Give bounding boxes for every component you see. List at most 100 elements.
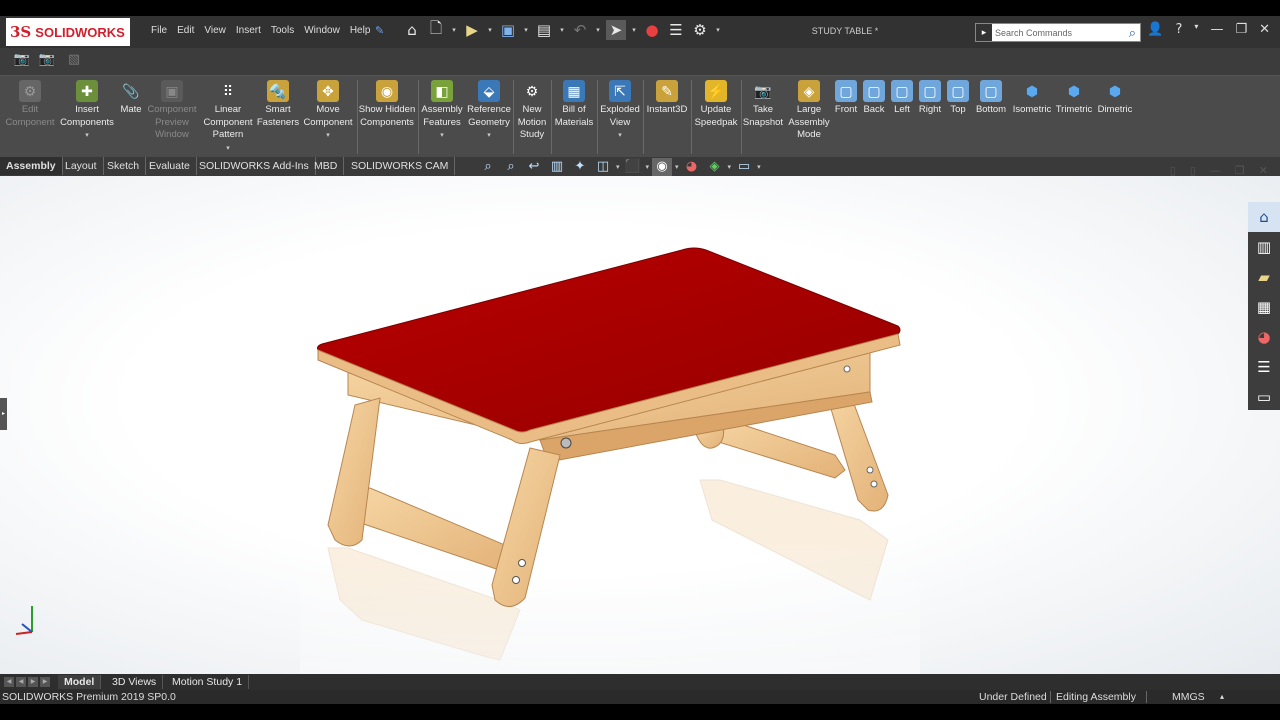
select-icon[interactable]: ➤ — [606, 20, 626, 40]
exploded-view-button[interactable]: ⇱ Exploded View ▾ — [598, 80, 642, 143]
first-tab-icon[interactable]: ◀ — [4, 677, 14, 687]
user-icon[interactable]: 👤 — [1147, 22, 1163, 37]
save-icon[interactable]: ▣ — [498, 20, 518, 40]
units-dropdown[interactable]: ▴ — [1220, 690, 1224, 704]
unit-system[interactable]: MMGS — [1172, 690, 1205, 704]
tab-mbd[interactable]: MBD — [308, 157, 345, 175]
menu-insert[interactable]: Insert — [236, 25, 261, 36]
feature-tree-flyout-handle[interactable]: ▸ — [0, 398, 7, 430]
view-settings-icon[interactable]: ▭ — [734, 158, 754, 176]
previous-view-icon[interactable]: ↩ — [524, 158, 544, 176]
open-icon[interactable]: ▶ — [462, 20, 482, 40]
move-component-button[interactable]: ✥ Move Component ▾ — [302, 80, 354, 143]
next-tab-icon[interactable]: ▶ — [28, 677, 38, 687]
snapshot-icon[interactable]: 📷 — [37, 52, 57, 70]
search-icon[interactable]: ⌕ — [1129, 25, 1136, 41]
viewport-close-icon[interactable]: ✕ — [1259, 164, 1268, 177]
component-preview-button[interactable]: ▣ Component Preview Window — [146, 80, 198, 142]
assembly-features-button[interactable]: ◧ Assembly Features ▾ — [420, 80, 464, 143]
linear-pattern-button[interactable]: ⠿ Linear Component Pattern ▾ — [200, 80, 256, 155]
menu-tools[interactable]: Tools — [271, 25, 294, 36]
viewport-minimize-icon[interactable]: — — [1210, 164, 1221, 177]
tab-evaluate[interactable]: Evaluate — [143, 157, 197, 175]
new-document-icon[interactable]: 🗋 — [426, 19, 446, 40]
tab-sketch[interactable]: Sketch — [101, 157, 147, 175]
exploded-view-dropdown[interactable]: ▾ — [598, 130, 642, 143]
insert-components-dropdown[interactable]: ▾ — [58, 130, 116, 143]
graphics-area[interactable] — [0, 176, 1280, 674]
apply-scene-icon[interactable]: ◈ — [705, 158, 725, 176]
dynamic-annotation-icon[interactable]: ✦ — [570, 158, 590, 176]
prev-tab-icon[interactable]: ◀ — [16, 677, 26, 687]
options-dropdown[interactable]: ▾ — [714, 26, 722, 34]
menu-help[interactable]: Help — [350, 25, 371, 36]
front-view-button[interactable]: ▢ Front — [832, 80, 860, 117]
help-icon[interactable]: ? — [1176, 22, 1183, 37]
search-input[interactable]: Search Commands — [995, 28, 1129, 38]
hide-show-items-icon[interactable]: ◉ — [652, 158, 673, 176]
new-dropdown[interactable]: ▾ — [450, 26, 458, 34]
reference-geometry-dropdown[interactable]: ▾ — [466, 130, 512, 143]
appearances-icon[interactable]: ◕ — [1248, 322, 1280, 352]
search-commands[interactable]: ▸ Search Commands ⌕ — [975, 23, 1141, 42]
edit-component-button[interactable]: ⚙ Edit Component — [2, 80, 58, 129]
view-orientation-icon[interactable]: ◫ — [593, 158, 613, 176]
forum-icon[interactable]: ▭ — [1248, 382, 1280, 412]
tab-motion-study-1[interactable]: Motion Study 1 — [166, 675, 250, 689]
tab-assembly[interactable]: Assembly — [0, 157, 63, 175]
back-view-button[interactable]: ▢ Back — [860, 80, 888, 117]
tile-left-icon[interactable]: ▯ — [1170, 164, 1176, 177]
reference-geometry-button[interactable]: ⬙ Reference Geometry ▾ — [466, 80, 512, 143]
edit-appearance-icon[interactable]: ◕ — [682, 158, 702, 176]
menu-view[interactable]: View — [204, 25, 226, 36]
rebuild-icon[interactable]: ● — [642, 20, 662, 40]
print-icon[interactable]: ▤ — [534, 20, 554, 40]
minimize-icon[interactable]: — — [1210, 22, 1223, 37]
take-snapshot-button[interactable]: 📷 Take Snapshot — [742, 80, 784, 129]
update-speedpak-button[interactable]: ⚡ Update Speedpak — [692, 80, 740, 129]
close-icon[interactable]: ✕ — [1259, 22, 1270, 37]
tab-addins[interactable]: SOLIDWORKS Add-Ins — [193, 157, 316, 175]
study-table-model[interactable] — [0, 176, 1280, 674]
tab-model[interactable]: Model — [58, 675, 102, 689]
design-library-icon[interactable]: ▥ — [1248, 232, 1280, 262]
dimetric-view-button[interactable]: ⬢ Dimetric — [1094, 80, 1136, 117]
show-hidden-components-button[interactable]: ◉ Show Hidden Components — [358, 80, 416, 129]
view-settings-dropdown[interactable]: ▾ — [757, 163, 761, 171]
undo-dropdown[interactable]: ▾ — [594, 26, 602, 34]
solidworks-logo[interactable]: 3S SOLIDWORKS — [6, 18, 130, 46]
bottom-view-button[interactable]: ▢ Bottom — [972, 80, 1010, 117]
move-component-dropdown[interactable]: ▾ — [302, 130, 354, 143]
isometric-view-button[interactable]: ⬢ Isometric — [1010, 80, 1054, 117]
open-dropdown[interactable]: ▾ — [486, 26, 494, 34]
tab-layout[interactable]: Layout — [59, 157, 104, 175]
menu-file[interactable]: File — [151, 25, 167, 36]
view-palette-icon[interactable]: ▦ — [1248, 292, 1280, 322]
menu-window[interactable]: Window — [304, 25, 340, 36]
restore-icon[interactable]: ❐ — [1235, 22, 1247, 37]
mate-button[interactable]: 📎 Mate — [116, 80, 146, 117]
zoom-to-fit-icon[interactable]: ⌕ — [478, 158, 498, 176]
insert-components-button[interactable]: ✚ Insert Components ▾ — [58, 80, 116, 143]
section-view-icon[interactable]: ▥ — [547, 158, 567, 176]
bill-of-materials-button[interactable]: ▦ Bill of Materials — [552, 80, 596, 129]
smart-fasteners-button[interactable]: 🔩 Smart Fasteners — [256, 80, 300, 129]
menu-edit[interactable]: Edit — [177, 25, 194, 36]
instant3d-button[interactable]: ✎ Instant3D — [644, 80, 690, 117]
assembly-features-dropdown[interactable]: ▾ — [420, 130, 464, 143]
tab-cam[interactable]: SOLIDWORKS CAM — [345, 157, 456, 175]
viewport-restore-icon[interactable]: ❐ — [1235, 164, 1245, 177]
undo-icon[interactable]: ↶ — [570, 20, 590, 40]
last-tab-icon[interactable]: ▶ — [40, 677, 50, 687]
tab-3d-views[interactable]: 3D Views — [106, 675, 164, 689]
top-view-button[interactable]: ▢ Top — [944, 80, 972, 117]
left-view-button[interactable]: ▢ Left — [888, 80, 916, 117]
view-orientation-dropdown[interactable]: ▾ — [616, 163, 620, 171]
pin-icon[interactable]: ✎ — [375, 24, 384, 37]
hide-show-dropdown[interactable]: ▾ — [675, 163, 679, 171]
tile-right-icon[interactable]: ▯ — [1190, 164, 1196, 177]
new-motion-study-button[interactable]: ⚙ New Motion Study — [514, 80, 550, 142]
trimetric-view-button[interactable]: ⬢ Trimetric — [1054, 80, 1094, 117]
file-properties-icon[interactable]: ☰ — [666, 20, 686, 40]
camera-icon[interactable]: 📷 — [12, 52, 32, 70]
